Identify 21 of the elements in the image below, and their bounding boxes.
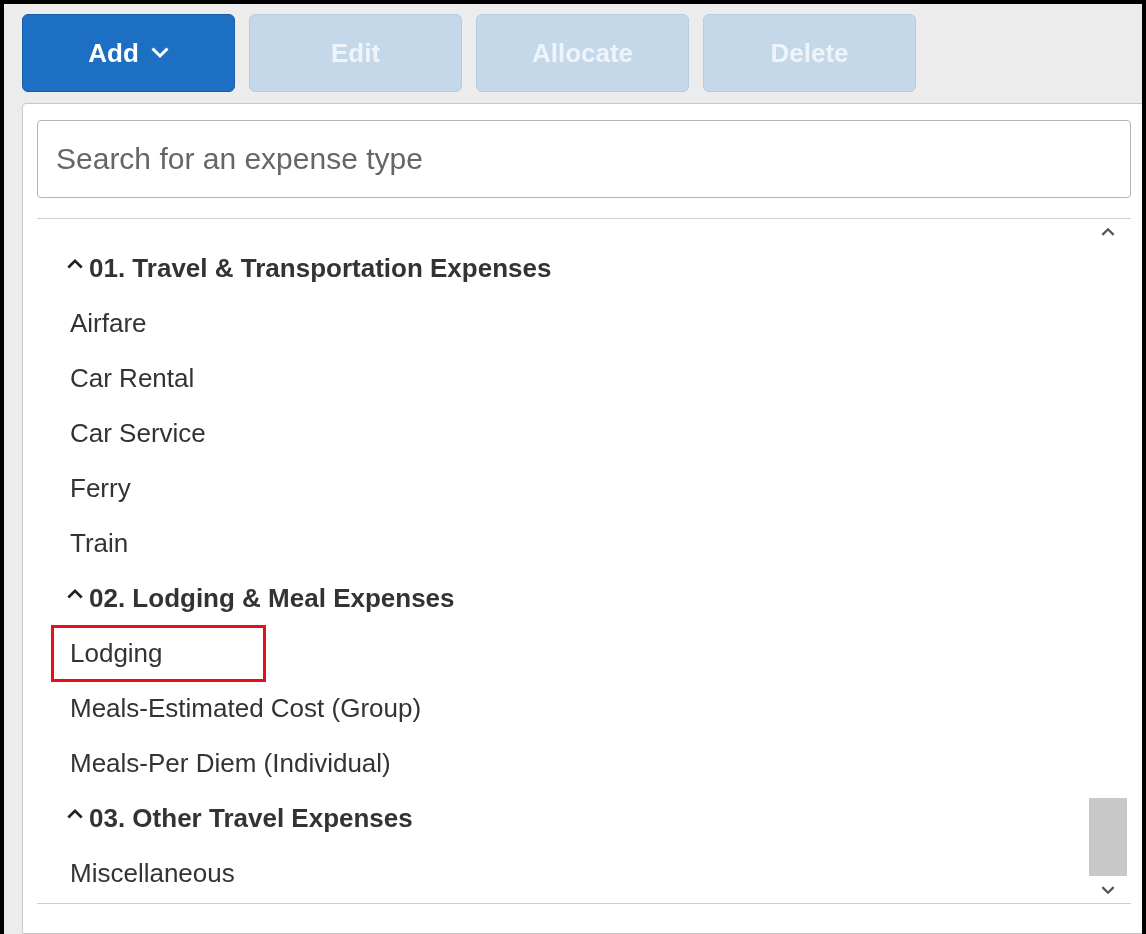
expense-type-item[interactable]: Ferry [51,460,150,517]
expense-type-item[interactable]: Miscellaneous [51,845,254,902]
chevron-up-icon [67,258,83,269]
scroll-up-icon [1101,227,1115,236]
expense-type-item[interactable]: Meals-Per Diem (Individual) [51,735,410,792]
chevron-up-icon [67,808,83,819]
expense-type-item[interactable]: Meals-Estimated Cost (Group) [51,680,441,737]
chevron-down-icon [150,47,169,59]
expense-type-item[interactable]: Car Rental [51,350,214,407]
expense-type-item[interactable]: Airfare [51,295,166,352]
chevron-up-icon [67,588,83,599]
category-header[interactable]: 01. Travel & Transportation Expenses [67,241,1089,296]
scroll-down-icon [1101,886,1115,895]
scrollbar-thumb[interactable] [1089,798,1127,876]
category-header[interactable]: 02. Lodging & Meal Expenses [67,571,1089,626]
expense-type-item[interactable]: Car Service [51,405,225,462]
expense-type-item[interactable]: Lodging [51,625,266,682]
search-field[interactable]: Search for an expense type [37,120,1131,198]
category-header[interactable]: 03. Other Travel Expenses [67,791,1089,846]
expense-type-item[interactable]: Train [51,515,148,572]
add-dropdown-button[interactable]: Add [22,14,235,92]
